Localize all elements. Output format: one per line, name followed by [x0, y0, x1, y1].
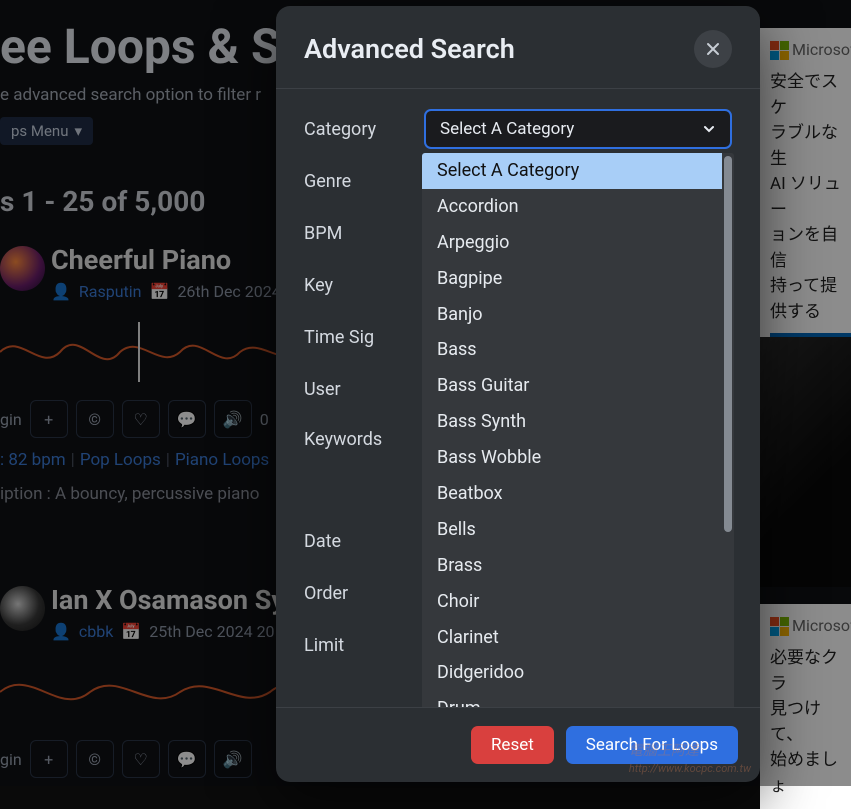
- field-label: Order: [304, 583, 424, 604]
- dropdown-option[interactable]: Bells: [422, 512, 722, 548]
- advanced-search-modal: Advanced Search Category Select A Catego…: [276, 6, 760, 782]
- dropdown-option[interactable]: Choir: [422, 584, 722, 620]
- dropdown-option[interactable]: Drum: [422, 691, 722, 708]
- field-label: BPM: [304, 223, 424, 244]
- dropdown-list[interactable]: Select A CategoryAccordionArpeggioBagpip…: [422, 153, 722, 708]
- dropdown-option[interactable]: Brass: [422, 548, 722, 584]
- field-label: Genre: [304, 171, 424, 192]
- scrollbar-track[interactable]: [722, 153, 734, 708]
- modal-header: Advanced Search: [276, 6, 760, 88]
- category-select[interactable]: Select A Category: [424, 109, 732, 149]
- dropdown-option[interactable]: Arpeggio: [422, 225, 722, 261]
- dropdown-option[interactable]: Beatbox: [422, 476, 722, 512]
- field-label: Date: [304, 531, 424, 552]
- dropdown-option[interactable]: Bass Guitar: [422, 368, 722, 404]
- field-label: Keywords: [304, 429, 424, 450]
- category-select-value: Select A Category: [440, 119, 574, 139]
- field-label: Limit: [304, 635, 424, 656]
- search-button[interactable]: Search For Loops: [566, 726, 738, 764]
- dropdown-option[interactable]: Banjo: [422, 297, 722, 333]
- field-label: Time Sig: [304, 327, 424, 348]
- category-dropdown: Select A CategoryAccordionArpeggioBagpip…: [422, 153, 734, 708]
- dropdown-option[interactable]: Select A Category: [422, 153, 722, 189]
- dropdown-option[interactable]: Bass Synth: [422, 404, 722, 440]
- dropdown-option[interactable]: Didgeridoo: [422, 655, 722, 691]
- field-row-category: Category Select A Category: [304, 103, 732, 155]
- dropdown-option[interactable]: Bass Wobble: [422, 440, 722, 476]
- scrollbar-thumb[interactable]: [724, 156, 732, 532]
- dropdown-option[interactable]: Clarinet: [422, 620, 722, 656]
- chevron-down-icon: [702, 122, 716, 136]
- close-icon: [705, 41, 721, 57]
- field-label: Key: [304, 275, 424, 296]
- modal-footer: Reset Search For Loops: [276, 708, 760, 782]
- modal-body: Category Select A Category Genre BPM Key…: [276, 88, 760, 708]
- dropdown-option[interactable]: Bagpipe: [422, 261, 722, 297]
- field-label: Category: [304, 119, 424, 140]
- dropdown-option[interactable]: Accordion: [422, 189, 722, 225]
- close-button[interactable]: [694, 30, 732, 68]
- reset-button[interactable]: Reset: [471, 726, 554, 764]
- dropdown-option[interactable]: Bass: [422, 332, 722, 368]
- modal-title: Advanced Search: [304, 33, 515, 65]
- field-label: User: [304, 379, 424, 400]
